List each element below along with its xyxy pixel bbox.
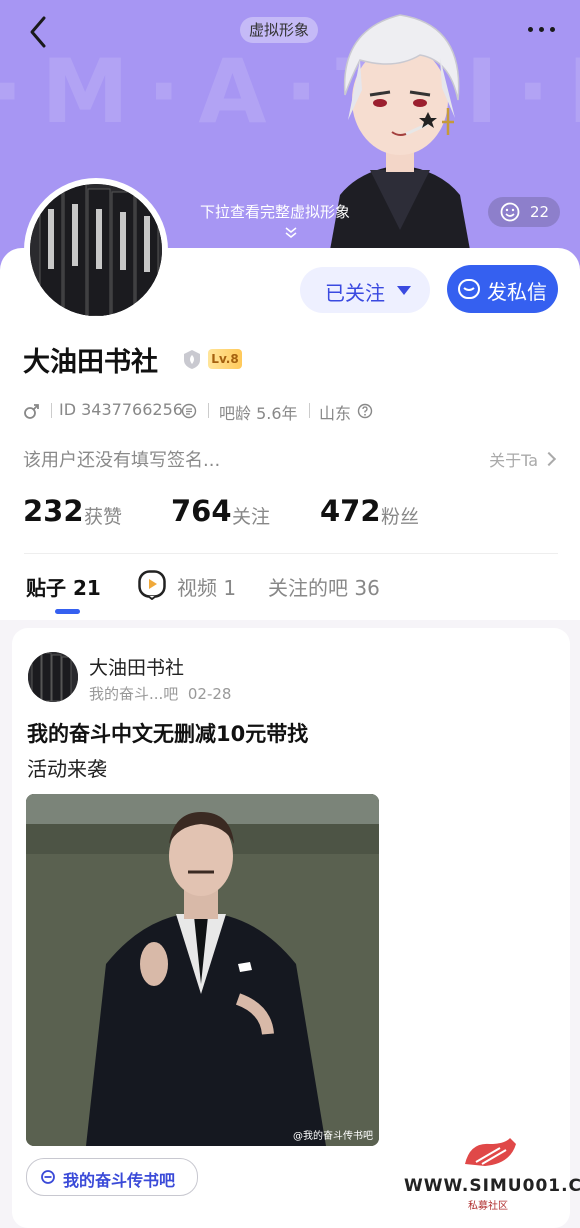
site-watermark: WWW.SIMU001.CN — [404, 1176, 580, 1196]
post-title[interactable]: 我的奋斗中文无删减10元带找 — [27, 718, 308, 748]
tab-videos[interactable]: 视频 1 — [177, 572, 236, 601]
more-options-icon[interactable] — [522, 14, 562, 44]
chevron-down-icon — [285, 227, 297, 238]
username: 大油田书社 — [23, 347, 158, 378]
man-in-suit-photo — [26, 794, 379, 1146]
site-logo-icon — [465, 1138, 516, 1166]
following-count[interactable]: 764 — [171, 494, 232, 528]
pull-down-hint: 下拉查看完整虚拟形象 — [200, 203, 351, 221]
avatar-like-button[interactable]: 22 — [488, 197, 560, 227]
copy-icon[interactable] — [181, 403, 197, 419]
tab-followed-forums[interactable]: 关注的吧 36 — [268, 572, 380, 601]
post-image[interactable]: @我的奋斗传书吧 — [26, 794, 379, 1146]
forum-age: 吧龄 5.6年 — [219, 404, 298, 423]
forum-chip[interactable]: 我的奋斗传书吧 — [26, 1158, 198, 1196]
site-watermark-sub: 私募社区 — [468, 1201, 508, 1212]
level-badge[interactable]: Lv.8 — [208, 349, 242, 369]
shield-badge-icon[interactable] — [181, 348, 203, 370]
likes-count[interactable]: 232 — [23, 494, 84, 528]
message-label: 发私信 — [487, 282, 547, 304]
virtual-avatar-tag[interactable]: 虚拟形象 — [240, 17, 319, 43]
like-count: 22 — [530, 203, 550, 221]
post-author-avatar[interactable] — [28, 652, 78, 702]
forum-chip-label: 我的奋斗传书吧 — [63, 1171, 176, 1190]
user-signature: 该用户还没有填写签名... — [23, 450, 221, 471]
tab-posts[interactable]: 贴子 21 — [26, 572, 101, 601]
active-tab-indicator — [55, 609, 80, 614]
likes-label: 获赞 — [84, 506, 123, 528]
following-label: 关注 — [232, 506, 271, 528]
smile-icon — [500, 202, 520, 222]
forum-icon — [41, 1170, 55, 1184]
follow-status-button[interactable]: 已关注 — [300, 267, 430, 313]
post-meta: 我的奋斗...吧 02-28 — [89, 683, 231, 704]
image-credit: @我的奋斗传书吧 — [293, 1131, 373, 1142]
caret-down-icon — [397, 286, 411, 295]
video-icon — [138, 570, 166, 600]
back-icon[interactable] — [22, 12, 58, 52]
follow-label: 已关注 — [325, 283, 385, 305]
help-icon[interactable] — [357, 403, 373, 419]
bookshelf-avatar-image — [30, 184, 162, 316]
user-id[interactable]: ID 3437766256 — [59, 400, 183, 419]
profile-avatar[interactable] — [24, 178, 168, 322]
followers-label: 粉丝 — [381, 506, 420, 528]
divider — [24, 553, 558, 554]
message-icon — [458, 279, 480, 299]
followers-count[interactable]: 472 — [320, 494, 381, 528]
send-message-button[interactable]: 发私信 — [447, 265, 558, 313]
post-date: 02-28 — [187, 685, 232, 703]
about-link[interactable]: 关于Ta — [489, 447, 557, 471]
post-author-name[interactable]: 大油田书社 — [89, 653, 184, 680]
location: 山东 — [319, 404, 352, 423]
about-label: 关于Ta — [489, 451, 538, 470]
chevron-right-icon — [541, 451, 557, 467]
post-body[interactable]: 活动来袭 — [27, 753, 107, 782]
male-icon — [24, 404, 39, 419]
post-forum[interactable]: 我的奋斗...吧 — [89, 685, 178, 703]
